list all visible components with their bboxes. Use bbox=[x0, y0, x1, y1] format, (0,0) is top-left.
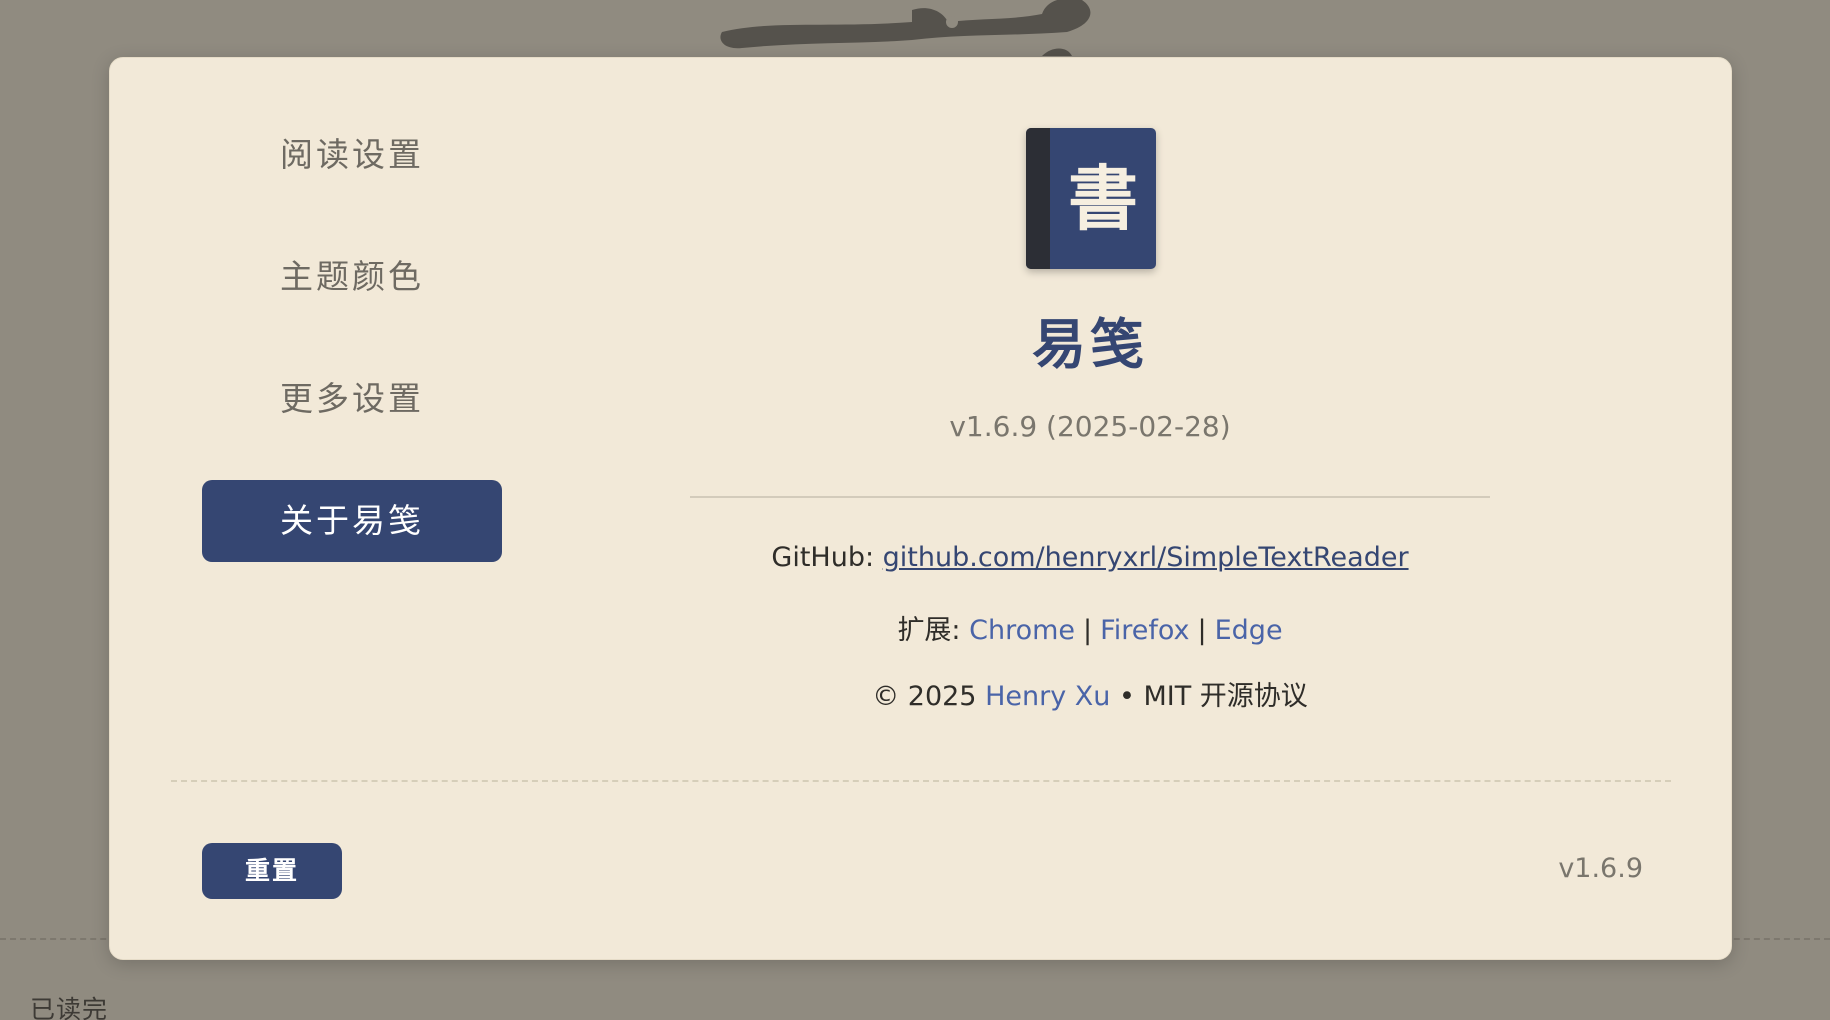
reset-button[interactable]: 重置 bbox=[202, 843, 342, 899]
version-date: v1.6.9 (2025-02-28) bbox=[949, 410, 1231, 443]
github-line: GitHub: github.com/henryxrl/SimpleTextRe… bbox=[690, 542, 1490, 573]
app-logo: 書 bbox=[1026, 128, 1156, 269]
settings-dialog: 阅读设置 主题颜色 更多设置 关于易笺 書 易笺 v1.6.9 (2025-02… bbox=[109, 57, 1732, 960]
app-name: 易笺 bbox=[1032, 313, 1148, 376]
background-title-glyph bbox=[720, 0, 1091, 56]
copyright-line: © 2025 Henry Xu • MIT 开源协议 bbox=[690, 674, 1490, 713]
nav-item-more-settings[interactable]: 更多设置 bbox=[202, 358, 502, 440]
logo-book-icon: 書 bbox=[1068, 157, 1138, 240]
firefox-extension-link[interactable]: Firefox bbox=[1100, 615, 1189, 646]
extensions-label: 扩展: bbox=[897, 615, 970, 646]
logo-spine bbox=[1026, 128, 1050, 269]
edge-extension-link[interactable]: Edge bbox=[1215, 615, 1283, 646]
github-label: GitHub: bbox=[771, 542, 883, 573]
github-link[interactable]: github.com/henryxrl/SimpleTextReader bbox=[883, 542, 1409, 573]
nav-item-theme-colors[interactable]: 主题颜色 bbox=[202, 236, 502, 318]
footer-divider bbox=[171, 780, 1671, 782]
nav-item-reading-settings[interactable]: 阅读设置 bbox=[202, 114, 502, 196]
extensions-line: 扩展: Chrome | Firefox | Edge bbox=[690, 608, 1490, 647]
chrome-extension-link[interactable]: Chrome bbox=[969, 615, 1075, 646]
reading-status: 已读完 bbox=[30, 995, 109, 1020]
separator: | bbox=[1197, 615, 1207, 646]
settings-nav: 阅读设置 主题颜色 更多设置 关于易笺 bbox=[202, 114, 502, 602]
nav-item-about[interactable]: 关于易笺 bbox=[202, 480, 502, 562]
separator: | bbox=[1083, 615, 1093, 646]
license-text: • MIT 开源协议 bbox=[1110, 681, 1308, 712]
copyright-prefix: © 2025 bbox=[872, 681, 986, 712]
footer-version: v1.6.9 bbox=[1558, 853, 1643, 884]
author-link[interactable]: Henry Xu bbox=[985, 681, 1110, 712]
about-divider bbox=[690, 496, 1490, 498]
